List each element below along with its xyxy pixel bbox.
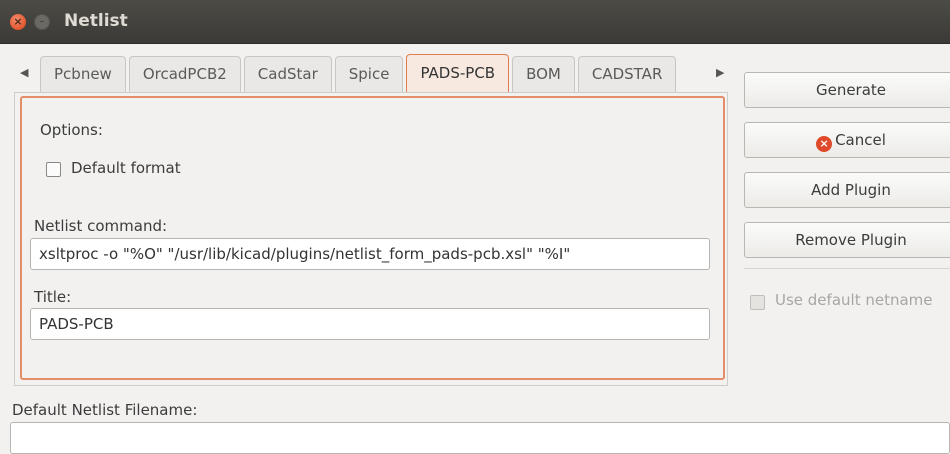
default-filename-label: Default Netlist Filename: <box>12 401 198 419</box>
remove-plugin-button[interactable]: Remove Plugin <box>744 222 950 258</box>
separator <box>744 268 950 269</box>
tab-pcbnew[interactable]: Pcbnew <box>40 56 126 92</box>
title-input[interactable]: PADS-PCB <box>30 308 710 340</box>
cancel-button-label: Cancel <box>835 131 886 149</box>
add-plugin-button[interactable]: Add Plugin <box>744 172 950 208</box>
generate-button[interactable]: Generate <box>744 72 950 108</box>
tab-cadstar-upper[interactable]: CADSTAR <box>577 56 677 92</box>
netlist-command-label: Netlist command: <box>34 217 168 235</box>
title-label: Title: <box>34 288 72 306</box>
options-label: Options: <box>40 121 103 139</box>
default-format-label[interactable]: Default format <box>71 159 181 177</box>
tab-scroll-right-icon[interactable]: ▶ <box>716 66 724 79</box>
default-filename-input[interactable] <box>10 422 950 454</box>
cancel-icon: × <box>816 136 833 152</box>
tab-bar: Pcbnew OrcadPCB2 CadStar Spice PADS-PCB … <box>40 54 679 92</box>
tab-scroll-left-icon[interactable]: ◀ <box>20 66 28 79</box>
tab-spice[interactable]: Spice <box>334 56 404 92</box>
tab-bom[interactable]: BOM <box>512 56 575 92</box>
use-default-netname-checkbox[interactable] <box>750 295 765 310</box>
use-default-netname-label[interactable]: Use default netname <box>775 291 933 309</box>
window-close-icon[interactable]: × <box>10 14 26 30</box>
tab-cadstar[interactable]: CadStar <box>243 56 332 92</box>
window-minimize-icon[interactable]: – <box>34 14 50 30</box>
tab-pads-pcb[interactable]: PADS-PCB <box>406 54 510 92</box>
tab-orcadpcb2[interactable]: OrcadPCB2 <box>128 56 241 92</box>
window-title: Netlist <box>64 11 128 31</box>
cancel-button[interactable]: × Cancel <box>744 122 950 158</box>
default-format-checkbox[interactable] <box>46 162 61 177</box>
title-bar: × – Netlist <box>0 0 950 44</box>
netlist-command-input[interactable]: xsltproc -o "%O" "/usr/lib/kicad/plugins… <box>30 238 710 270</box>
